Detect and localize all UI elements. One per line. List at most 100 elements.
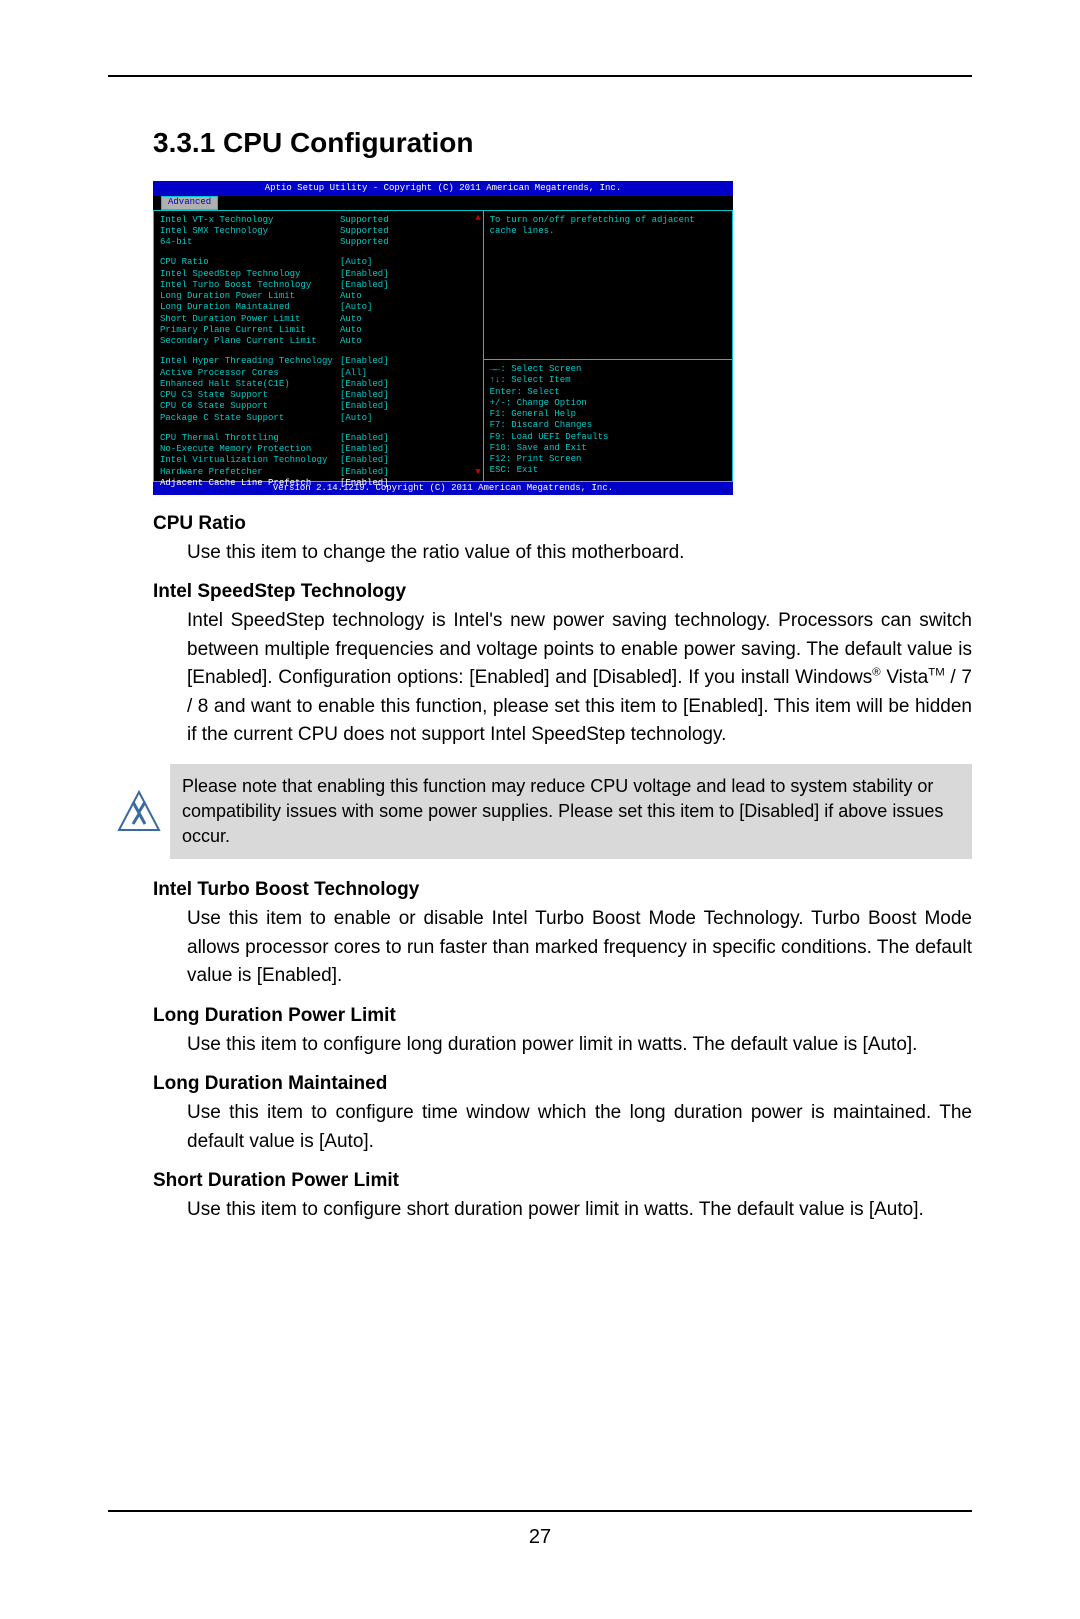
bios-setting-label: CPU C3 State Support	[160, 390, 340, 401]
bios-setting-label: Intel Turbo Boost Technology	[160, 280, 340, 291]
scroll-down-arrow-icon: ▼	[475, 467, 480, 478]
bios-setting-label: Adjacent Cache Line Prefetch	[160, 478, 340, 489]
bios-setting-label: No-Execute Memory Protection	[160, 444, 340, 455]
bios-setting-row: Active Processor Cores[All]	[160, 368, 477, 379]
warning-text: Please note that enabling this function …	[170, 764, 972, 860]
desc-title: CPU Ratio	[153, 513, 972, 535]
page-content: 3.3.1 CPU Configuration Aptio Setup Util…	[0, 0, 1080, 1225]
bios-setting-value: [Enabled]	[340, 390, 389, 401]
desc-body: Use this item to configure time window w…	[187, 1099, 972, 1156]
bios-setting-label: Intel SpeedStep Technology	[160, 269, 340, 280]
bios-titlebar: Aptio Setup Utility - Copyright (C) 2011…	[153, 181, 733, 196]
bios-setting-label: CPU Thermal Throttling	[160, 433, 340, 444]
description-block-2: Intel Turbo Boost Technology Use this ite…	[153, 879, 972, 1225]
bios-setting-label: Intel Virtualization Technology	[160, 455, 340, 466]
desc-title: Long Duration Power Limit	[153, 1005, 972, 1027]
bios-setting-row: No-Execute Memory Protection[Enabled]	[160, 444, 477, 455]
scroll-up-arrow-icon: ▲	[475, 213, 480, 224]
bios-setting-value: [Auto]	[340, 257, 372, 268]
bios-setting-value: Auto	[340, 291, 362, 302]
bios-setting-label: Hardware Prefetcher	[160, 467, 340, 478]
bios-setting-row: Primary Plane Current LimitAuto	[160, 325, 477, 336]
bios-setting-label: Intel VT-x Technology	[160, 215, 340, 226]
bios-right-pane: To turn on/off prefetching of adjacent c…	[484, 210, 733, 482]
section-heading: 3.3.1 CPU Configuration	[153, 127, 972, 159]
bios-setting-row: Intel VT-x TechnologySupported	[160, 215, 477, 226]
desc-body: Intel SpeedStep technology is Intel's ne…	[187, 607, 972, 750]
bios-setting-value: [Auto]	[340, 413, 372, 424]
bios-setting-label: CPU C6 State Support	[160, 401, 340, 412]
bios-setting-value: [All]	[340, 368, 367, 379]
bios-body: ▲ ▼ Intel VT-x TechnologySupportedIntel …	[153, 210, 733, 482]
bios-setting-value: [Auto]	[340, 302, 372, 313]
bios-setting-value: [Enabled]	[340, 433, 389, 444]
desc-body: Use this item to change the ratio value …	[187, 539, 972, 568]
bios-setting-label: 64-bit	[160, 237, 340, 248]
bios-help-text: To turn on/off prefetching of adjacent c…	[490, 215, 726, 356]
bios-setting-label: Intel Hyper Threading Technology	[160, 356, 340, 367]
bios-setting-row: Hardware Prefetcher[Enabled]	[160, 467, 477, 478]
bios-setting-value: [Enabled]	[340, 269, 389, 280]
bios-setting-value: [Enabled]	[340, 401, 389, 412]
bios-setting-row: Short Duration Power LimitAuto	[160, 314, 477, 325]
bios-setting-row: Secondary Plane Current LimitAuto	[160, 336, 477, 347]
bios-setting-row: Intel Turbo Boost Technology[Enabled]	[160, 280, 477, 291]
bios-setting-row: Intel Hyper Threading Technology[Enabled…	[160, 356, 477, 367]
bios-setting-row: 64-bitSupported	[160, 237, 477, 248]
bios-setting-value: [Enabled]	[340, 444, 389, 455]
description-block-1: CPU Ratio Use this item to change the rat…	[153, 513, 972, 750]
bios-screenshot: Aptio Setup Utility - Copyright (C) 2011…	[153, 181, 733, 495]
desc-title: Intel SpeedStep Technology	[153, 581, 972, 603]
bios-setting-label: Intel SMX Technology	[160, 226, 340, 237]
bios-tab-row: Advanced	[153, 196, 733, 209]
bios-setting-value: Auto	[340, 325, 362, 336]
top-rule	[108, 75, 972, 77]
bios-left-pane: ▲ ▼ Intel VT-x TechnologySupportedIntel …	[153, 210, 484, 482]
desc-title: Intel Turbo Boost Technology	[153, 879, 972, 901]
bios-setting-value: Auto	[340, 314, 362, 325]
desc-body: Use this item to configure long duration…	[187, 1031, 972, 1060]
bios-setting-value: [Enabled]	[340, 478, 389, 489]
bios-setting-row: Intel SMX TechnologySupported	[160, 226, 477, 237]
bios-setting-value: Supported	[340, 226, 389, 237]
bios-setting-row: Long Duration Maintained[Auto]	[160, 302, 477, 313]
desc-body: Use this item to configure short duratio…	[187, 1196, 972, 1225]
bios-nav-help: →←: Select Screen ↑↓: Select Item Enter:…	[490, 364, 726, 477]
bios-right-divider	[484, 359, 732, 360]
bios-setting-value: Auto	[340, 336, 362, 347]
page-footer: 27	[108, 1510, 972, 1549]
bios-setting-value: [Enabled]	[340, 356, 389, 367]
bios-setting-label: Package C State Support	[160, 413, 340, 424]
bios-setting-value: [Enabled]	[340, 379, 389, 390]
bios-setting-value: Supported	[340, 237, 389, 248]
bios-setting-value: [Enabled]	[340, 467, 389, 478]
desc-title: Long Duration Maintained	[153, 1073, 972, 1095]
bios-setting-label: Active Processor Cores	[160, 368, 340, 379]
bios-setting-row: Enhanced Halt State(C1E)[Enabled]	[160, 379, 477, 390]
warning-icon	[108, 764, 170, 860]
bios-setting-label: Long Duration Maintained	[160, 302, 340, 313]
bios-setting-row: Intel SpeedStep Technology[Enabled]	[160, 269, 477, 280]
bios-setting-label: CPU Ratio	[160, 257, 340, 268]
desc-body: Use this item to enable or disable Intel…	[187, 905, 972, 991]
bios-setting-label: Short Duration Power Limit	[160, 314, 340, 325]
bios-setting-value: Supported	[340, 215, 389, 226]
bios-setting-row: CPU Thermal Throttling[Enabled]	[160, 433, 477, 444]
bios-setting-value: [Enabled]	[340, 280, 389, 291]
bottom-rule	[108, 1510, 972, 1512]
warning-note: Please note that enabling this function …	[108, 764, 972, 860]
bios-setting-row: Package C State Support[Auto]	[160, 413, 477, 424]
bios-tab-advanced: Advanced	[161, 196, 218, 209]
bios-setting-row: Intel Virtualization Technology[Enabled]	[160, 455, 477, 466]
bios-setting-label: Enhanced Halt State(C1E)	[160, 379, 340, 390]
bios-setting-label: Secondary Plane Current Limit	[160, 336, 340, 347]
bios-setting-label: Primary Plane Current Limit	[160, 325, 340, 336]
page-number: 27	[108, 1526, 972, 1549]
bios-setting-label: Long Duration Power Limit	[160, 291, 340, 302]
desc-title: Short Duration Power Limit	[153, 1170, 972, 1192]
bios-setting-row: CPU C3 State Support[Enabled]	[160, 390, 477, 401]
bios-setting-value: [Enabled]	[340, 455, 389, 466]
bios-setting-row: Adjacent Cache Line Prefetch[Enabled]	[160, 478, 477, 489]
bios-setting-row: CPU Ratio[Auto]	[160, 257, 477, 268]
bios-setting-row: Long Duration Power LimitAuto	[160, 291, 477, 302]
